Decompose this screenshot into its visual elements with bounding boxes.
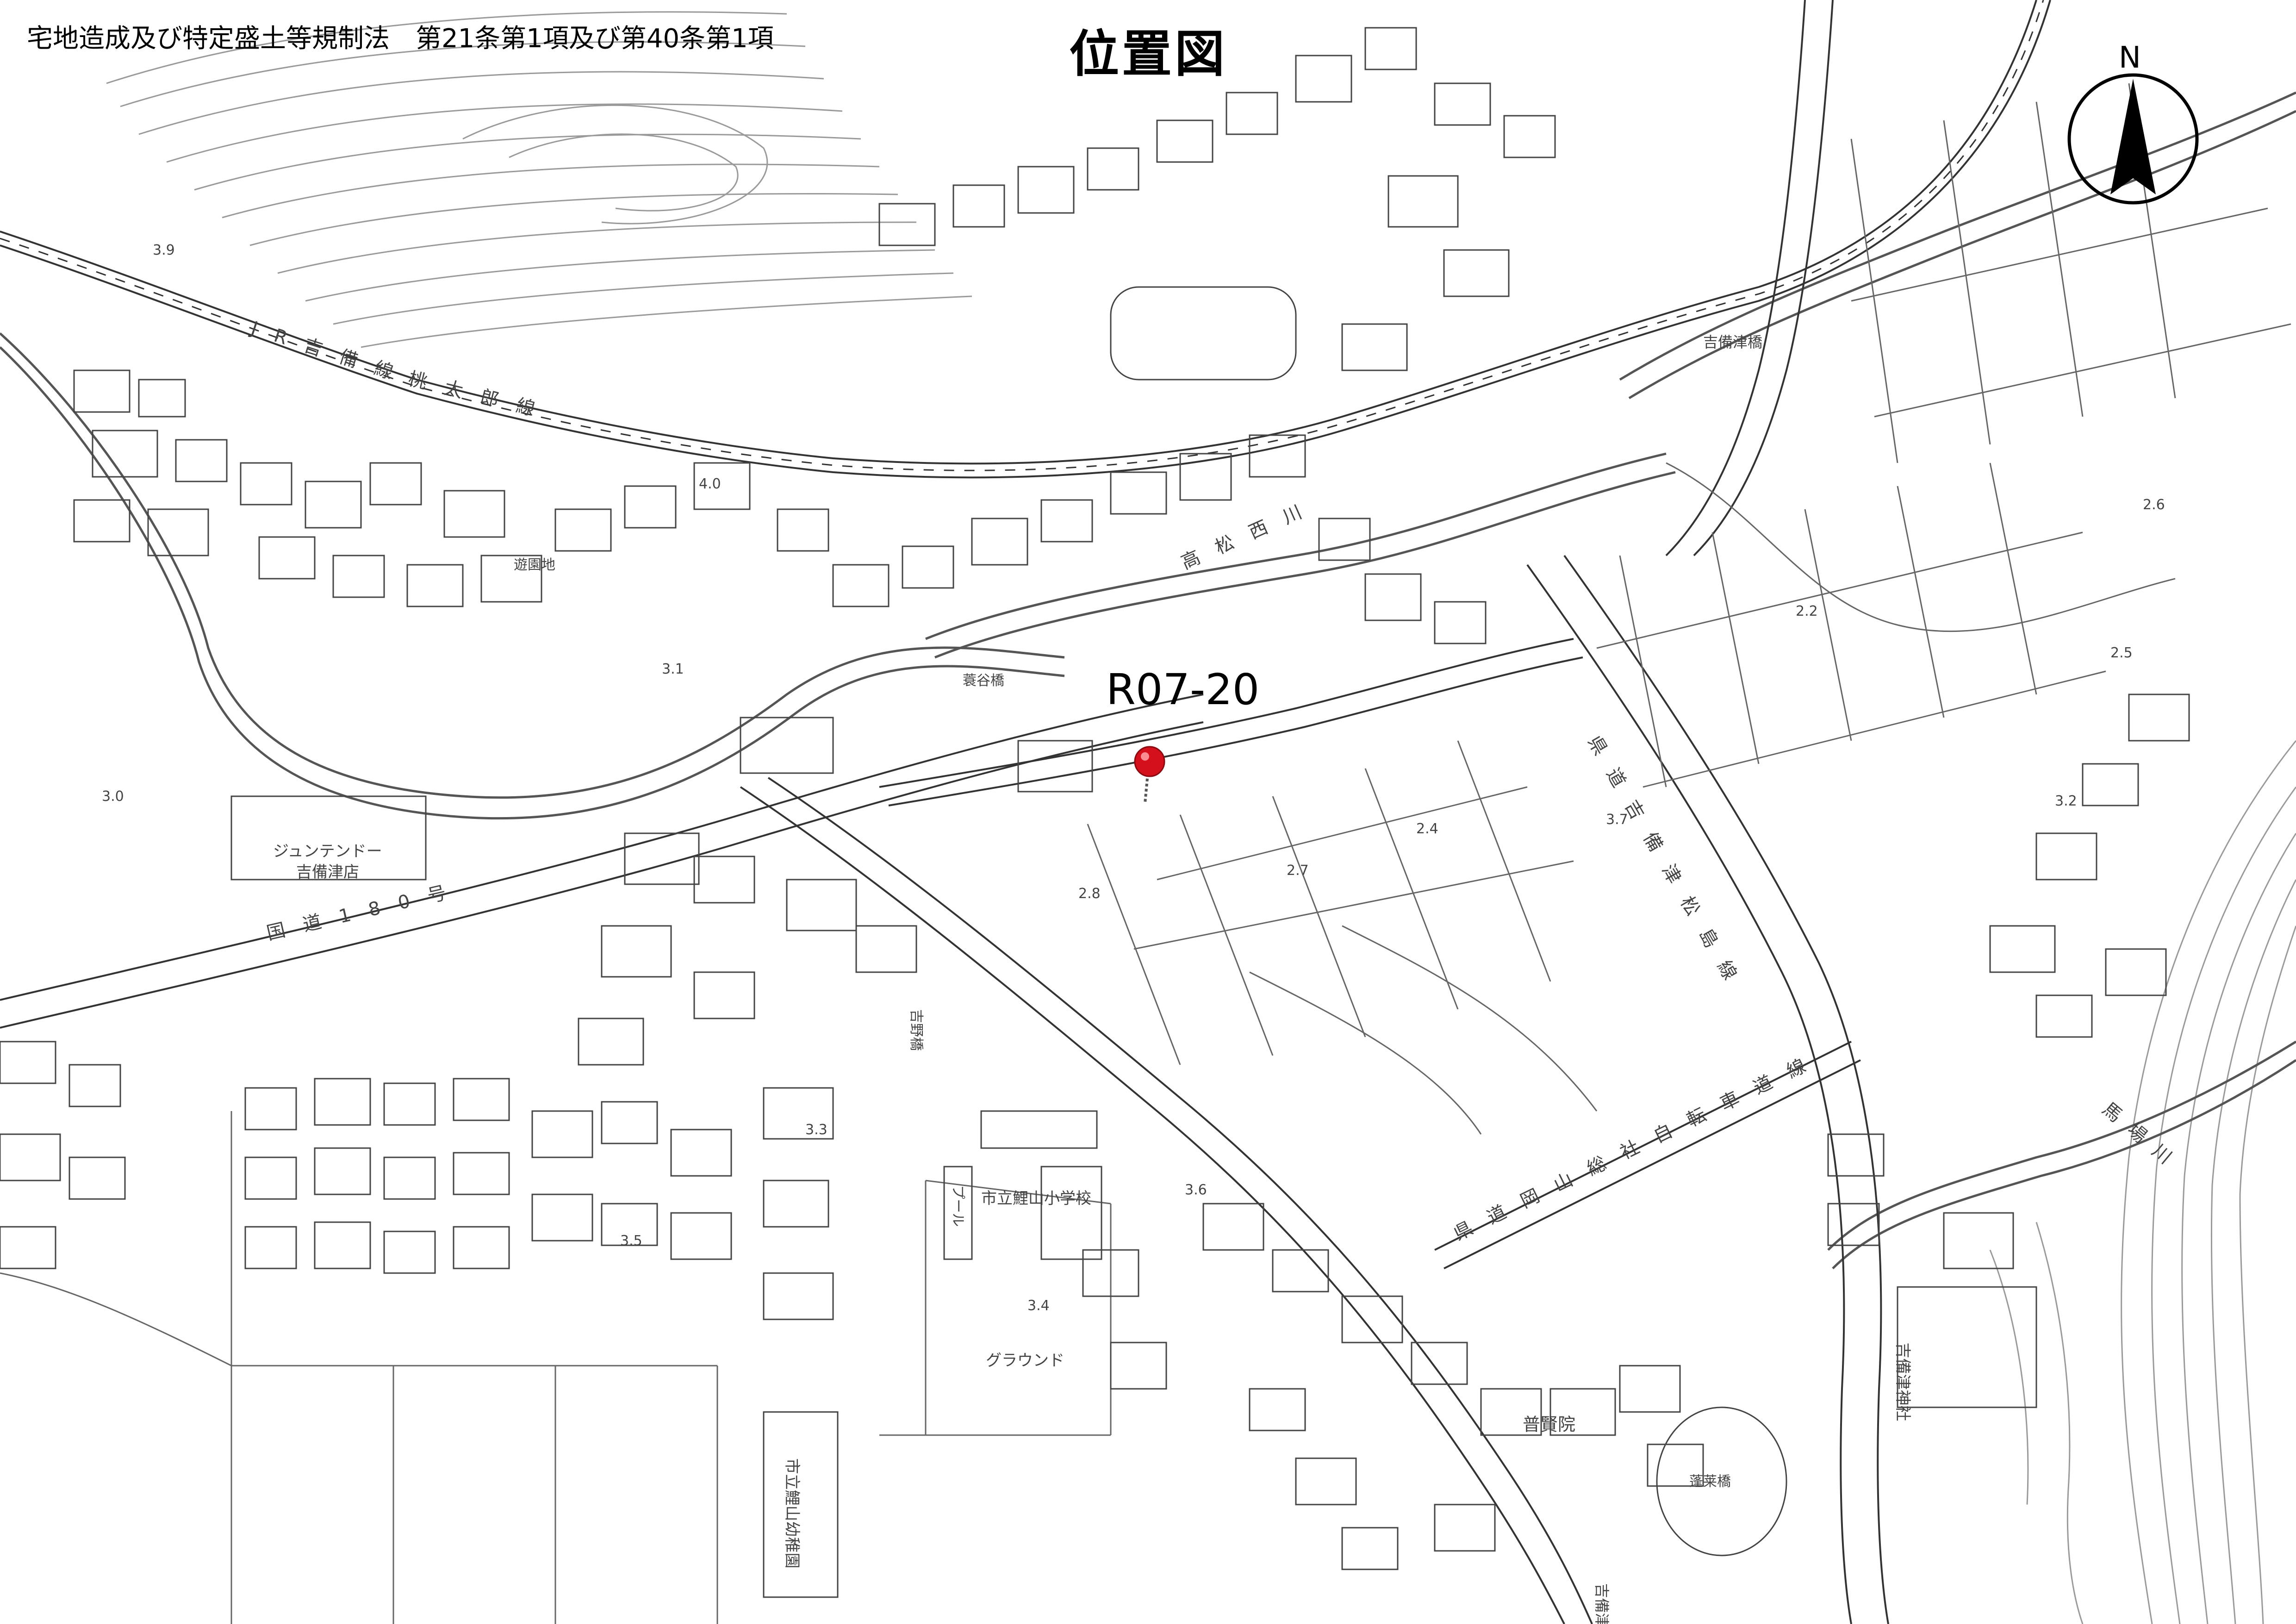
place-label-store: ジュンテンドー	[273, 842, 382, 861]
place-label-ground: グラウンド	[986, 1351, 1064, 1370]
elevation-label: 3.1	[662, 661, 684, 677]
elevation-label: 2.4	[1416, 821, 1438, 837]
location-map: 3.9 4.0 3.1 3.0 2.8 2.7 3.3 2.4 2.2 2.5 …	[0, 0, 2296, 1624]
elevation-label: 3.2	[2055, 793, 2077, 809]
elevation-label: 3.3	[805, 1122, 828, 1138]
law-title: 宅地造成及び特定盛土等規制法 第21条第1項及び第40条第1項	[27, 24, 774, 54]
elevation-label: 2.7	[1287, 862, 1309, 879]
place-label-bridge-yoshino: 吉野橋	[908, 1009, 924, 1051]
elevation-label: 2.6	[2143, 497, 2165, 513]
place-label-bridge-kibitsu: 吉備津橋	[1703, 333, 1762, 351]
site-code-label: R07-20	[1106, 665, 1260, 714]
place-label-kindergarten: 市立鯉山幼稚園	[783, 1458, 801, 1568]
elevation-label: 3.4	[1027, 1298, 1050, 1314]
elevation-label: 2.8	[1078, 886, 1101, 902]
place-label-shrine: 吉備津神社	[1893, 1343, 1912, 1421]
place-label-store-branch: 吉備津店	[296, 863, 359, 881]
place-label-elementary-school: 市立鯉山小学校	[981, 1189, 1091, 1208]
elevation-label: 3.0	[102, 788, 124, 805]
place-label-kibitsu-area: 吉備津	[1593, 1583, 1611, 1624]
place-label-bridge: 蓑谷橋	[963, 673, 1004, 689]
place-label-pool: プール	[950, 1185, 966, 1227]
north-label: N	[2119, 41, 2141, 75]
place-label-park: 遊園地	[514, 557, 555, 573]
place-label-bridge-horai: 蓬莱橋	[1689, 1474, 1731, 1490]
map-title: 位置図	[1069, 25, 1228, 83]
elevation-label: 2.2	[1796, 603, 1818, 619]
elevation-label: 3.9	[153, 242, 175, 258]
place-label-temple: 普賢院	[1523, 1414, 1575, 1435]
elevation-label: 4.0	[699, 476, 721, 492]
elevation-label: 3.5	[620, 1233, 642, 1249]
elevation-label: 3.6	[1185, 1182, 1207, 1198]
elevation-label: 2.5	[2110, 645, 2133, 661]
